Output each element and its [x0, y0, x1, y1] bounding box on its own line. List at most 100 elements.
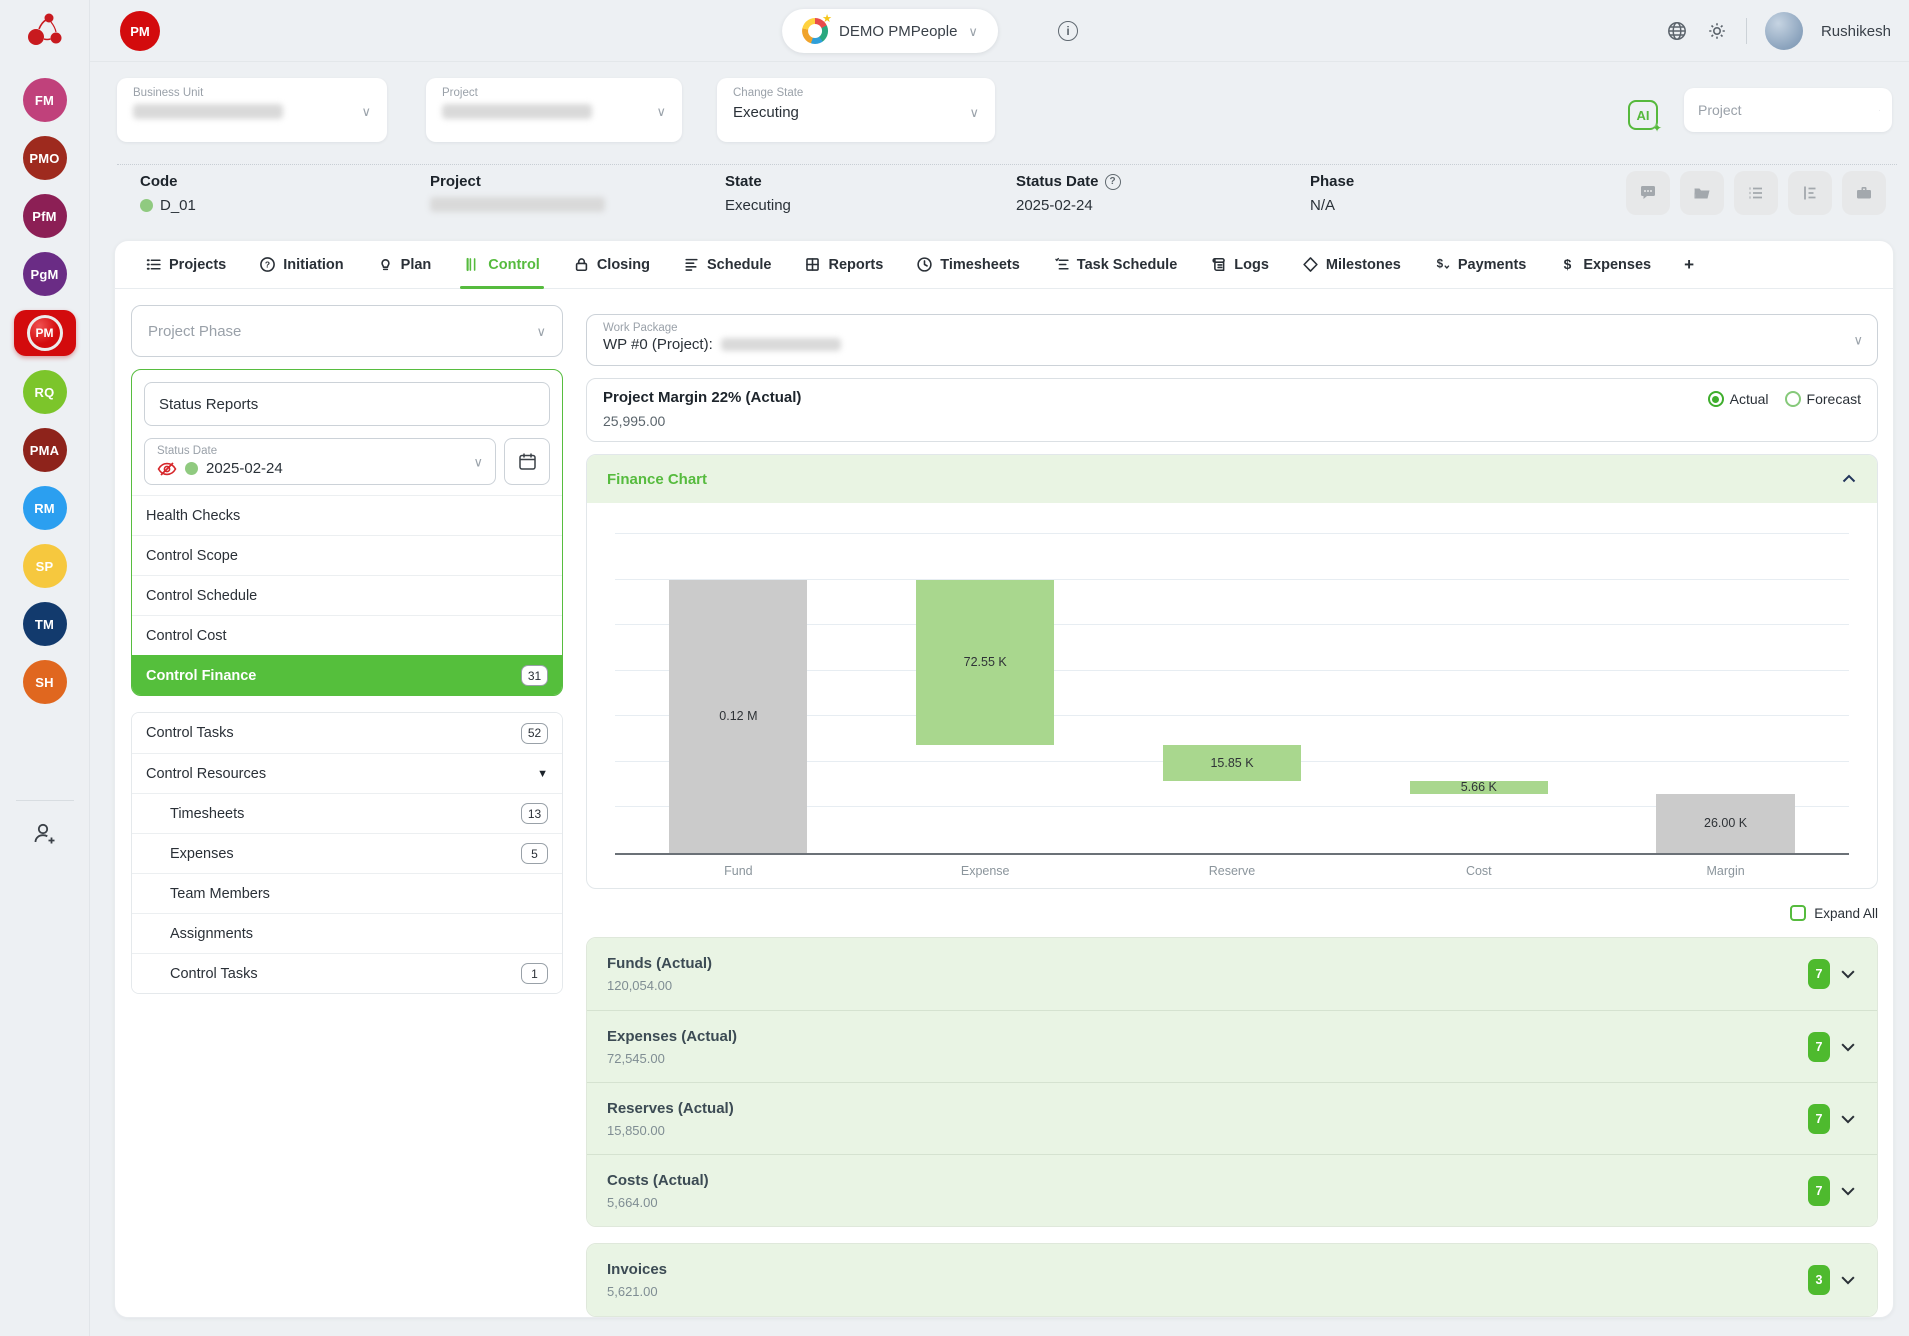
accordion-reserves-actual[interactable]: Reserves (Actual)15,850.007 — [587, 1082, 1877, 1154]
org-selector[interactable]: ★ DEMO PMPeople ∨ — [782, 9, 998, 53]
folder-button[interactable] — [1680, 171, 1724, 215]
status-reports-field[interactable]: Status Reports — [144, 382, 550, 426]
role-badge-fm[interactable]: FM — [23, 78, 67, 122]
tab-control[interactable]: Control — [464, 241, 540, 288]
accordion-title: Expenses (Actual) — [607, 1028, 737, 1045]
panel-item-control-finance[interactable]: Control Finance31 — [132, 655, 562, 695]
chevron-down-icon[interactable] — [1839, 1271, 1857, 1289]
list-button[interactable] — [1734, 171, 1778, 215]
panel-item-timesheets[interactable]: Timesheets13 — [132, 793, 562, 833]
comments-button[interactable] — [1626, 171, 1670, 215]
workspace-badge: PM — [120, 11, 160, 51]
tab-expenses[interactable]: $Expenses — [1559, 241, 1651, 288]
tab-closing[interactable]: Closing — [573, 241, 650, 288]
chevron-up-icon[interactable] — [1841, 471, 1857, 487]
accordion-invoices[interactable]: Invoices5,621.003 — [587, 1244, 1877, 1316]
gear-icon[interactable] — [1706, 20, 1728, 42]
role-badge-pm-active[interactable]: PM — [14, 310, 76, 356]
tab-add[interactable]: + — [1684, 241, 1694, 288]
radio-forecast[interactable]: Forecast — [1785, 391, 1861, 407]
change-state-select[interactable]: Change State Executing ∨ — [717, 78, 995, 142]
finance-chart-card: Finance Chart 0.12 M72.55 K15.85 K5.66 K… — [586, 454, 1878, 889]
chevron-down-icon[interactable] — [1839, 1110, 1857, 1128]
tab-initiation[interactable]: ?Initiation — [259, 241, 343, 288]
sparkle-icon: ✦ — [1652, 121, 1662, 135]
role-badge-rq[interactable]: RQ — [23, 370, 67, 414]
accordion-expenses-actual[interactable]: Expenses (Actual)72,545.007 — [587, 1010, 1877, 1082]
top-header: PM ★ DEMO PMPeople ∨ i — [90, 0, 1909, 62]
finance-chart: 0.12 M72.55 K15.85 K5.66 K26.00 K FundEx… — [587, 503, 1877, 888]
role-list: FM PMO PfM PgM PM RQ PMA RM SP TM SH — [14, 62, 76, 704]
panel-item-control-cost[interactable]: Control Cost — [132, 615, 562, 655]
chevron-down-icon[interactable] — [1839, 965, 1857, 983]
project-search-input[interactable] — [1698, 102, 1879, 118]
count-badge: 31 — [521, 665, 548, 686]
logs-icon — [1210, 256, 1227, 273]
search-icon[interactable] — [1879, 102, 1880, 119]
role-badge-pma[interactable]: PMA — [23, 428, 67, 472]
count-badge: 52 — [521, 723, 548, 744]
project-label: Project — [442, 87, 666, 99]
work-package-label: Work Package — [603, 322, 1861, 334]
role-badge-tm[interactable]: TM — [23, 602, 67, 646]
role-badge-sp[interactable]: SP — [23, 544, 67, 588]
tab-task-schedule[interactable]: Task Schedule — [1053, 241, 1177, 288]
panel-item-control-tasks[interactable]: Control Tasks 52 — [132, 713, 562, 753]
business-unit-select[interactable]: Business Unit ∨ — [117, 78, 387, 142]
accordion-funds-actual[interactable]: Funds (Actual)120,054.007 — [587, 938, 1877, 1010]
radio-actual[interactable]: Actual — [1708, 391, 1769, 407]
rail-divider — [16, 800, 74, 801]
control-icon — [464, 256, 481, 273]
add-user-icon[interactable] — [32, 821, 58, 852]
panel-item-expenses[interactable]: Expenses5 — [132, 833, 562, 873]
tab-timesheets[interactable]: Timesheets — [916, 241, 1020, 288]
expand-all-checkbox[interactable] — [1790, 905, 1806, 921]
project-value-redacted — [442, 104, 592, 119]
role-badge-pfm[interactable]: PfM — [23, 194, 67, 238]
role-badge-pmo[interactable]: PMO — [23, 136, 67, 180]
panel-item-control-tasks[interactable]: Control Tasks1 — [132, 953, 562, 993]
project-select[interactable]: Project ∨ — [426, 78, 682, 142]
panel-item-assignments[interactable]: Assignments — [132, 913, 562, 953]
eye-off-icon — [157, 461, 177, 477]
help-icon[interactable]: ? — [1105, 174, 1121, 190]
role-badge-pgm[interactable]: PgM — [23, 252, 67, 296]
avatar[interactable] — [1765, 12, 1803, 50]
ai-assistant-button[interactable]: AI ✦ — [1628, 100, 1658, 130]
panel-item-label: Control Tasks — [146, 725, 234, 741]
chevron-down-icon: ∨ — [969, 106, 979, 119]
collapse-triangle-icon[interactable]: ▼ — [537, 768, 548, 780]
panel-item-health-checks[interactable]: Health Checks — [132, 495, 562, 535]
chart-bar-value-label: 26.00 K — [1704, 816, 1747, 830]
panel-item-control-schedule[interactable]: Control Schedule — [132, 575, 562, 615]
tab-payments[interactable]: $Payments — [1434, 241, 1527, 288]
tab-label: Reports — [828, 257, 883, 273]
globe-icon[interactable] — [1666, 20, 1688, 42]
finance-chart-header[interactable]: Finance Chart — [587, 455, 1877, 503]
tab-logs[interactable]: Logs — [1210, 241, 1269, 288]
work-package-select[interactable]: Work Package WP #0 (Project): ∨ — [586, 314, 1878, 366]
tab-plan[interactable]: Plan — [377, 241, 432, 288]
tab-milestones[interactable]: Milestones — [1302, 241, 1401, 288]
tab-projects[interactable]: Projects — [145, 241, 226, 288]
panel-item-control-resources[interactable]: Control Resources▼ — [132, 753, 562, 793]
tab-reports[interactable]: Reports — [804, 241, 883, 288]
outline-button[interactable] — [1788, 171, 1832, 215]
calendar-button[interactable] — [504, 438, 550, 485]
main-panel: Projects ?Initiation Plan Control Closing Sch… — [114, 240, 1894, 1318]
panel-item-team-members[interactable]: Team Members — [132, 873, 562, 913]
panel-item-control-scope[interactable]: Control Scope — [132, 535, 562, 575]
control-side-panel: Project Phase ∨ Status Reports Status Da… — [131, 305, 563, 994]
project-phase-select[interactable]: Project Phase ∨ — [131, 305, 563, 357]
role-badge-sh[interactable]: SH — [23, 660, 67, 704]
accordion-costs-actual[interactable]: Costs (Actual)5,664.007 — [587, 1154, 1877, 1226]
tab-label: Task Schedule — [1077, 257, 1177, 273]
chevron-down-icon[interactable] — [1839, 1182, 1857, 1200]
info-icon[interactable]: i — [1058, 21, 1078, 41]
briefcase-button[interactable] — [1842, 171, 1886, 215]
chevron-down-icon[interactable] — [1839, 1038, 1857, 1056]
role-badge-rm[interactable]: RM — [23, 486, 67, 530]
accordion-value: 120,054.00 — [607, 978, 712, 993]
tab-schedule[interactable]: Schedule — [683, 241, 771, 288]
status-date-select[interactable]: Status Date 2025-02-24 ∨ — [144, 438, 496, 485]
